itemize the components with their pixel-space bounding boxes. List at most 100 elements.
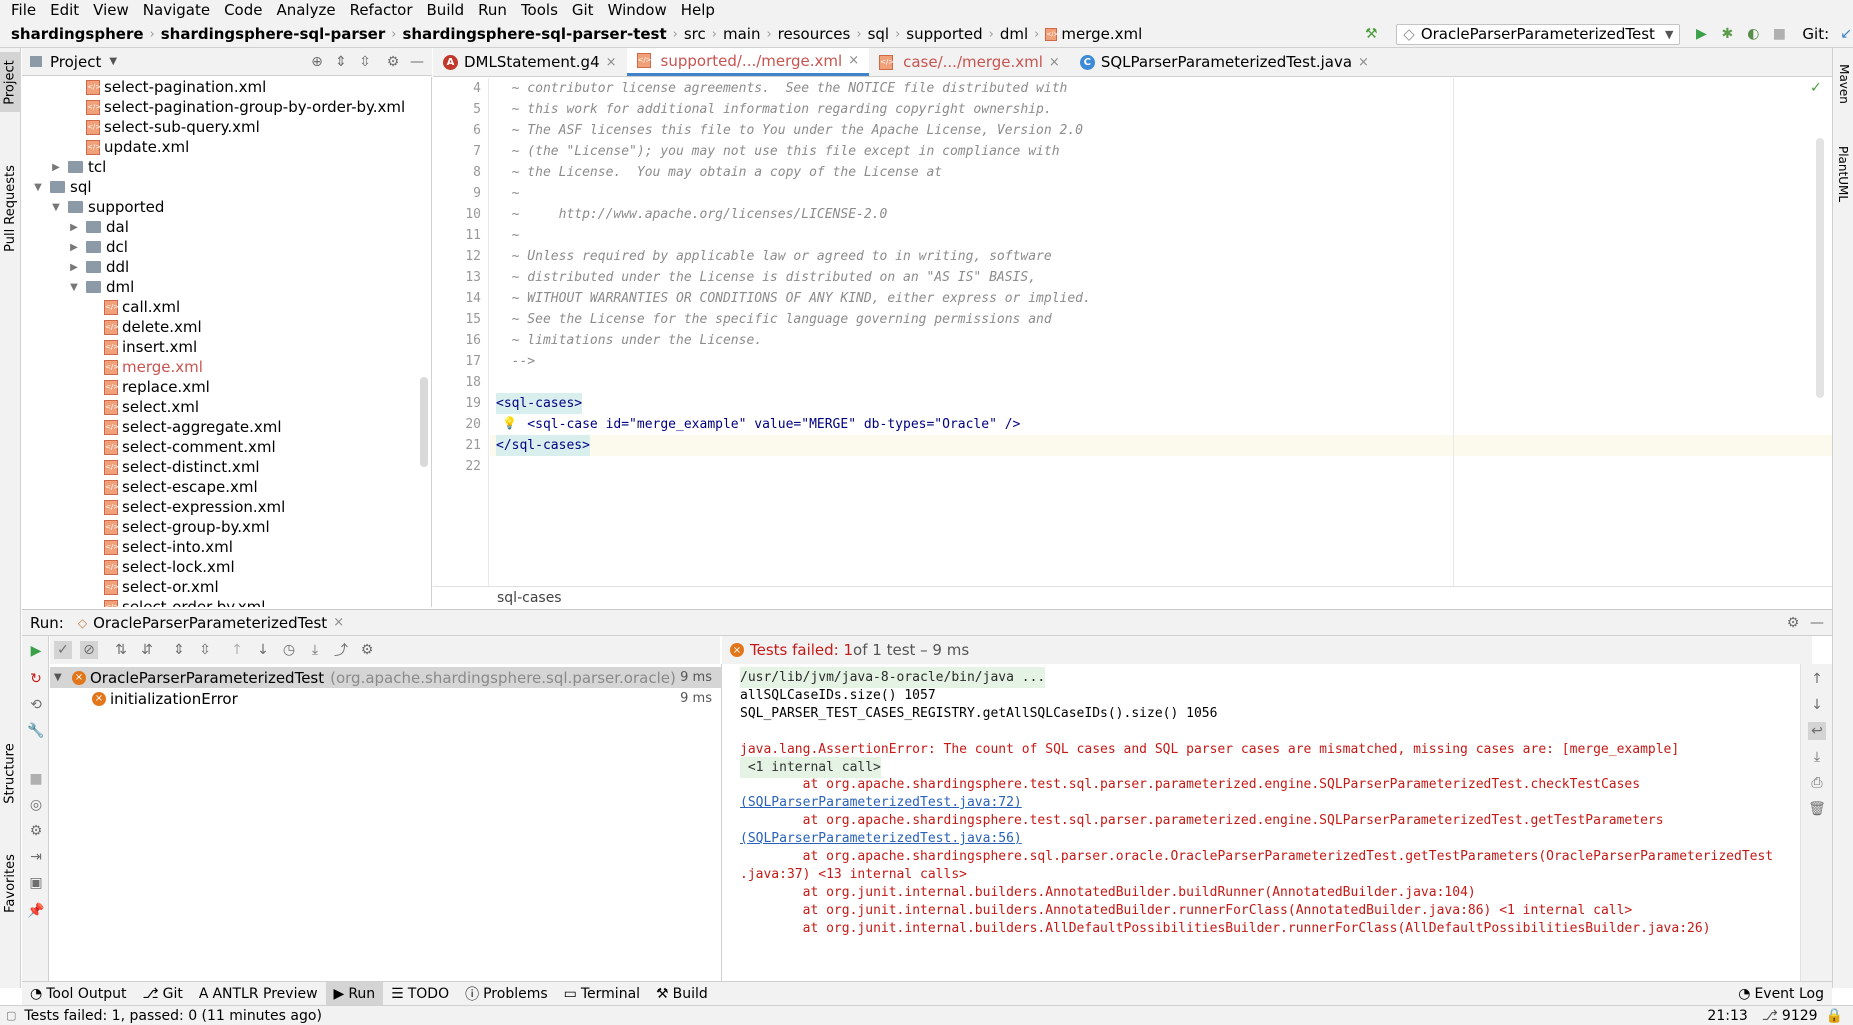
breadcrumb-item[interactable]: dml bbox=[1000, 25, 1028, 43]
chevron-down-icon[interactable]: ▼ bbox=[32, 182, 44, 193]
tree-item[interactable]: </> select-pagination-group-by-order-by.x… bbox=[68, 97, 405, 117]
breadcrumb-item[interactable]: main bbox=[723, 25, 760, 43]
collapse-all-icon[interactable]: ⇳ bbox=[196, 641, 214, 659]
print-icon[interactable]: ⎙ bbox=[1808, 774, 1826, 792]
tool-window-tool-output[interactable]: ◔ Tool Output bbox=[22, 982, 135, 1006]
tree-item[interactable]: </> select-group-by.xml bbox=[86, 517, 270, 537]
tree-item[interactable]: ▼ sql bbox=[32, 177, 91, 197]
menu-item-tools[interactable]: Tools bbox=[514, 0, 565, 21]
menu-item-help[interactable]: Help bbox=[674, 0, 722, 21]
expand-all-icon[interactable]: ⇕ bbox=[170, 641, 188, 659]
tool-window-problems[interactable]: ⓘ Problems bbox=[457, 982, 556, 1006]
scroll-up-icon[interactable]: ↑ bbox=[1808, 670, 1826, 688]
editor-tab[interactable]: C SQLParserParameterizedTest.java × bbox=[1070, 48, 1379, 76]
locate-icon[interactable]: ⊕ bbox=[308, 53, 326, 71]
editor-tab[interactable]: </> supported/.../merge.xml × bbox=[626, 48, 870, 76]
tool-window-build[interactable]: ⚒ Build bbox=[648, 982, 716, 1006]
tree-item[interactable]: </> select-into.xml bbox=[86, 537, 233, 557]
test-history-icon[interactable]: ◷ bbox=[280, 641, 298, 659]
breadcrumb-item[interactable]: src bbox=[684, 25, 706, 43]
lock-icon[interactable]: 🔒 bbox=[1826, 1008, 1843, 1024]
tree-item[interactable]: </> insert.xml bbox=[86, 337, 197, 357]
breadcrumb-item[interactable]: shardingsphere bbox=[11, 25, 144, 43]
menu-item-analyze[interactable]: Analyze bbox=[269, 0, 342, 21]
tree-item[interactable]: </> merge.xml bbox=[86, 357, 203, 377]
editor-tab[interactable]: </> case/.../merge.xml × bbox=[869, 48, 1070, 76]
maven-stripe-tab[interactable]: Maven bbox=[1833, 54, 1853, 114]
breadcrumb-item[interactable]: shardingsphere-sql-parser-test bbox=[402, 25, 666, 43]
run-icon[interactable]: ▶ bbox=[1692, 25, 1710, 43]
wrench-icon[interactable]: 🔧 bbox=[27, 722, 45, 740]
hide-panel-icon[interactable]: — bbox=[1808, 614, 1826, 632]
exit-icon[interactable]: ⇥ bbox=[27, 848, 45, 866]
show-passed-icon[interactable]: ✓ bbox=[54, 641, 72, 659]
stop-icon[interactable]: ■ bbox=[1770, 25, 1788, 43]
breadcrumb-item[interactable]: resources bbox=[778, 25, 851, 43]
sort-duration-icon[interactable]: ⇵ bbox=[138, 641, 156, 659]
previous-failed-icon[interactable]: ↑ bbox=[228, 641, 246, 659]
export-icon[interactable]: ⤴ bbox=[332, 641, 350, 659]
tree-item[interactable]: </> select.xml bbox=[86, 397, 199, 417]
tree-item[interactable]: </> replace.xml bbox=[86, 377, 210, 397]
show-ignored-icon[interactable]: ⊘ bbox=[80, 641, 98, 659]
menu-item-git[interactable]: Git bbox=[565, 0, 601, 21]
editor-tab[interactable]: A DMLStatement.g4 × bbox=[433, 48, 627, 76]
tree-item[interactable]: </> select-expression.xml bbox=[86, 497, 285, 517]
pull-requests-stripe-tab[interactable]: Pull Requests bbox=[0, 148, 21, 268]
run-configuration-select[interactable]: ◇ OracleParserParameterizedTest ▼ bbox=[1396, 23, 1681, 45]
menu-item-view[interactable]: View bbox=[86, 0, 136, 21]
status-extra[interactable]: 9129 bbox=[1782, 1008, 1818, 1024]
console-output[interactable]: /usr/lib/jvm/java-8-oracle/bin/java ... a… bbox=[728, 664, 1794, 981]
coverage-icon[interactable]: ◐ bbox=[1744, 25, 1762, 43]
tool-window-terminal[interactable]: ▭ Terminal bbox=[556, 982, 648, 1006]
tree-item[interactable]: </> select-sub-query.xml bbox=[68, 117, 260, 137]
intention-bulb-icon[interactable]: 💡 bbox=[502, 416, 517, 430]
gear-icon[interactable]: ⚙ bbox=[1784, 614, 1802, 632]
code-editor[interactable]: ~ contributor license agreements. See th… bbox=[490, 78, 1832, 586]
toggle-auto-test-icon[interactable]: ⟲ bbox=[27, 696, 45, 714]
breadcrumb-item[interactable]: sql bbox=[868, 25, 890, 43]
tree-item[interactable]: </> call.xml bbox=[86, 297, 180, 317]
sort-alpha-icon[interactable]: ⇅ bbox=[112, 641, 130, 659]
status-message[interactable]: Tests failed: 1, passed: 0 (11 minutes a… bbox=[24, 1008, 322, 1024]
tool-window-git[interactable]: ⎇ Git bbox=[135, 982, 191, 1006]
tree-item[interactable]: </> select-aggregate.xml bbox=[86, 417, 282, 437]
tree-item[interactable]: ▶ dcl bbox=[68, 237, 128, 257]
plantuml-stripe-tab[interactable]: PlantUML bbox=[1833, 134, 1853, 214]
toggle-panel-icon[interactable]: ▢ bbox=[6, 1009, 16, 1022]
chevron-right-icon[interactable]: ▶ bbox=[68, 262, 80, 273]
tree-item[interactable]: ▶ ddl bbox=[68, 257, 129, 277]
debug-icon[interactable]: ✱ bbox=[1718, 25, 1736, 43]
stop-icon[interactable]: ■ bbox=[27, 770, 45, 788]
clear-icon[interactable]: 🗑 bbox=[1808, 800, 1826, 818]
menu-item-file[interactable]: File bbox=[4, 0, 43, 21]
rerun-failed-icon[interactable]: ↻ bbox=[27, 670, 45, 688]
menu-item-navigate[interactable]: Navigate bbox=[136, 0, 217, 21]
chevron-down-icon[interactable]: ▼ bbox=[68, 282, 80, 293]
structure-stripe-tab[interactable]: Structure bbox=[0, 728, 21, 818]
chevron-right-icon[interactable]: ▶ bbox=[68, 222, 80, 233]
chevron-right-icon[interactable]: ▶ bbox=[68, 242, 80, 253]
breadcrumb-item[interactable]: shardingsphere-sql-parser bbox=[161, 25, 386, 43]
event-log-button[interactable]: ◔ Event Log bbox=[1730, 982, 1832, 1006]
code-breadcrumb[interactable]: sql-cases bbox=[433, 586, 1832, 609]
breadcrumb-item[interactable]: merge.xml bbox=[1061, 25, 1142, 43]
test-case-row[interactable]: × initializationError 9 ms bbox=[50, 688, 722, 709]
project-scrollbar[interactable] bbox=[420, 377, 428, 467]
tool-window-antlr-preview[interactable]: A ANTLR Preview bbox=[191, 982, 326, 1006]
tree-item[interactable]: ▶ dal bbox=[68, 217, 129, 237]
tree-item[interactable]: </> select-distinct.xml bbox=[86, 457, 260, 477]
gear-icon[interactable]: ⚙ bbox=[384, 53, 402, 71]
collapse-all-icon[interactable]: ⇳ bbox=[356, 53, 374, 71]
tree-item[interactable]: </> select-comment.xml bbox=[86, 437, 276, 457]
tree-item[interactable]: </> select-escape.xml bbox=[86, 477, 258, 497]
tree-item[interactable]: </> select-pagination.xml bbox=[68, 77, 266, 97]
tree-item[interactable]: ▶ tcl bbox=[50, 157, 106, 177]
tree-item[interactable]: </> select-order-by.xml bbox=[86, 597, 265, 607]
editor-scrollbar[interactable] bbox=[1816, 138, 1824, 398]
project-panel-title[interactable]: Project bbox=[50, 53, 101, 71]
expand-all-icon[interactable]: ⇕ bbox=[332, 53, 350, 71]
cursor-position[interactable]: 21:13 bbox=[1707, 1008, 1747, 1024]
menu-item-run[interactable]: Run bbox=[471, 0, 514, 21]
tree-item[interactable]: </> delete.xml bbox=[86, 317, 202, 337]
